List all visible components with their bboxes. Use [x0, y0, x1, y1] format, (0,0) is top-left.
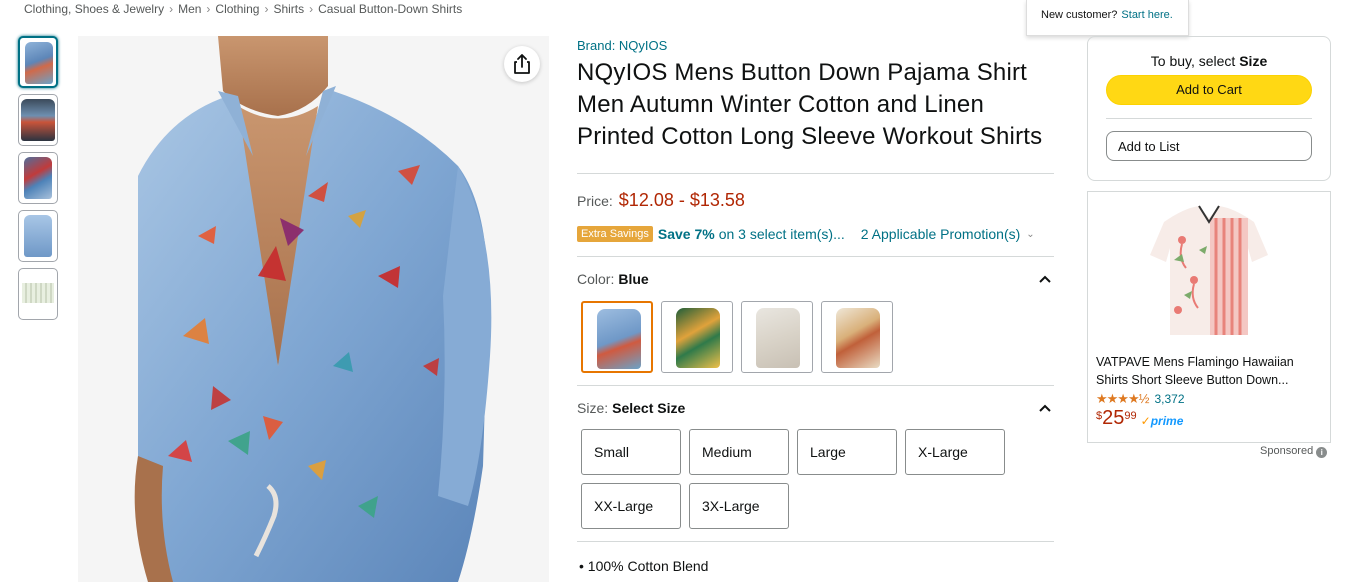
- applicable-promotions-link[interactable]: 2 Applicable Promotion(s): [861, 226, 1021, 242]
- thumbnail-4[interactable]: [18, 210, 58, 262]
- save-percent[interactable]: Save 7%: [658, 226, 715, 242]
- size-option-large[interactable]: Large: [797, 429, 897, 475]
- feature-bullet-text: 100% Cotton Blend: [587, 558, 709, 574]
- shirt-thumbnail-image: [21, 99, 55, 141]
- info-icon[interactable]: i: [1316, 447, 1328, 458]
- shirt-swatch-image: [676, 308, 720, 368]
- breadcrumb-item[interactable]: Clothing: [215, 2, 259, 16]
- shirt-swatch-image: [597, 309, 641, 369]
- color-swatch-blue[interactable]: [581, 301, 653, 373]
- chevron-up-icon[interactable]: [1039, 275, 1051, 283]
- thumbnail-5[interactable]: [18, 268, 58, 320]
- thumbnail-1[interactable]: [18, 36, 58, 88]
- start-here-link[interactable]: Start here.: [1121, 9, 1172, 21]
- thumbnail-list: [18, 36, 58, 326]
- feature-bullet: • 100% Cotton Blend: [579, 558, 709, 574]
- ad-price: $ 25 99 ✓prime: [1096, 407, 1322, 429]
- product-info: Brand: NQyIOS NQyIOS Mens Button Down Pa…: [577, 36, 1055, 574]
- buy-box: To buy, select Size Add to Cart Add to L…: [1087, 36, 1331, 181]
- breadcrumb-item[interactable]: Shirts: [273, 2, 304, 16]
- shirt-photo: [134, 36, 492, 582]
- breadcrumb-separator: ›: [206, 2, 211, 16]
- size-option-x-large[interactable]: X-Large: [905, 429, 1005, 475]
- ad-product-title[interactable]: VATPAVE Mens Flamingo Hawaiian Shirts Sh…: [1096, 353, 1322, 389]
- prime-check-icon: ✓: [1140, 414, 1151, 428]
- divider: [577, 385, 1054, 386]
- color-section-header[interactable]: Color: Blue: [577, 271, 1055, 287]
- thumbnail-3[interactable]: [18, 152, 58, 204]
- sponsored-product-ad[interactable]: VATPAVE Mens Flamingo Hawaiian Shirts Sh…: [1087, 191, 1331, 443]
- shirt-thumbnail-image: [24, 157, 52, 199]
- shirt-thumbnail-image: [25, 42, 53, 84]
- size-options: Small Medium Large X-Large XX-Large 3X-L…: [581, 429, 1021, 529]
- breadcrumb-separator: ›: [264, 2, 269, 16]
- add-to-list-button[interactable]: Add to List: [1106, 131, 1312, 161]
- share-icon: [514, 54, 530, 74]
- size-chart-thumbnail: [22, 283, 54, 303]
- new-customer-text: New customer?: [1041, 9, 1118, 21]
- divider: [577, 256, 1054, 257]
- price-label: Price:: [577, 193, 613, 209]
- shirt-swatch-image: [836, 308, 880, 368]
- buy-prompt-size: Size: [1239, 53, 1268, 69]
- ad-price-fraction: 99: [1124, 410, 1137, 422]
- size-option-xx-large[interactable]: XX-Large: [581, 483, 681, 529]
- buy-prompt: To buy, select Size: [1106, 53, 1312, 69]
- color-swatch-white[interactable]: [741, 301, 813, 373]
- share-button[interactable]: [504, 46, 540, 82]
- new-customer-popover: New customer? Start here.: [1026, 0, 1189, 36]
- price-range: $12.08 - $13.58: [618, 190, 745, 210]
- ad-product-image[interactable]: [1144, 200, 1274, 340]
- chevron-down-icon[interactable]: ⌄: [1026, 229, 1034, 240]
- extra-savings-badge: Extra Savings: [577, 226, 653, 242]
- main-product-image[interactable]: [78, 36, 549, 582]
- color-swatch-green[interactable]: [661, 301, 733, 373]
- star-icon: ★★★★½: [1096, 391, 1149, 406]
- breadcrumb-separator: ›: [169, 2, 174, 16]
- ad-rating-count[interactable]: 3,372: [1154, 392, 1184, 406]
- breadcrumb: Clothing, Shoes & Jewelry › Men › Clothing › S…: [24, 2, 462, 16]
- size-label: Size:: [577, 400, 609, 416]
- selected-size: Select Size: [612, 400, 686, 416]
- save-on-items-link[interactable]: on 3 select item(s)...: [719, 226, 845, 242]
- breadcrumb-item[interactable]: Casual Button-Down Shirts: [318, 2, 462, 16]
- breadcrumb-item[interactable]: Clothing, Shoes & Jewelry: [24, 2, 164, 16]
- size-option-medium[interactable]: Medium: [689, 429, 789, 475]
- add-to-cart-button[interactable]: Add to Cart: [1106, 75, 1312, 105]
- divider: [577, 541, 1054, 542]
- size-section-header[interactable]: Size: Select Size: [577, 400, 1055, 416]
- ad-price-whole: 25: [1102, 407, 1125, 429]
- chevron-up-icon[interactable]: [1039, 404, 1051, 412]
- color-swatch-floral[interactable]: [821, 301, 893, 373]
- brand-link[interactable]: Brand: NQyIOS: [577, 38, 1055, 53]
- sponsored-label[interactable]: Sponsored i: [1260, 445, 1328, 458]
- flamingo-shirt-image: [1150, 205, 1268, 335]
- shirt-swatch-image: [756, 308, 800, 368]
- size-option-3x-large[interactable]: 3X-Large: [689, 483, 789, 529]
- thumbnail-2[interactable]: [18, 94, 58, 146]
- divider: [577, 173, 1054, 174]
- promotion-row: Extra Savings Save 7% on 3 select item(s…: [577, 226, 1055, 242]
- prime-label: prime: [1150, 414, 1184, 428]
- selected-color: Blue: [618, 271, 649, 287]
- color-label: Color:: [577, 271, 615, 287]
- price-row: Price: $12.08 - $13.58: [577, 190, 1055, 211]
- breadcrumb-separator: ›: [309, 2, 314, 16]
- ad-rating[interactable]: ★★★★½ 3,372: [1096, 391, 1322, 407]
- buy-prompt-text: To buy, select: [1150, 53, 1236, 69]
- prime-badge: ✓prime: [1141, 414, 1184, 428]
- product-title: NQyIOS Mens Button Down Pajama Shirt Men…: [577, 59, 1043, 150]
- breadcrumb-item[interactable]: Men: [178, 2, 201, 16]
- color-swatches: [581, 301, 1055, 373]
- size-option-small[interactable]: Small: [581, 429, 681, 475]
- shirt-thumbnail-image: [24, 215, 52, 257]
- sponsored-text: Sponsored: [1260, 445, 1314, 457]
- divider: [1106, 118, 1312, 119]
